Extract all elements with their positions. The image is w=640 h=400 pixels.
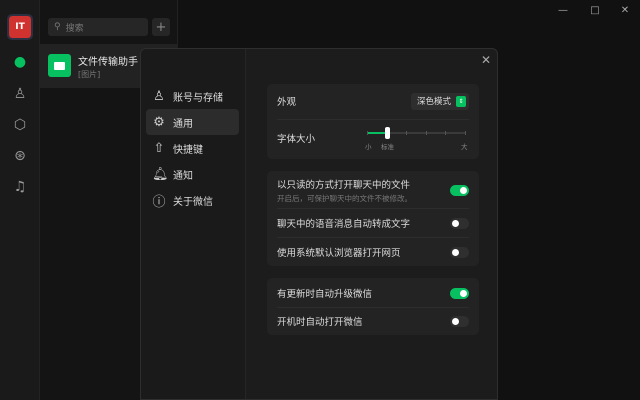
left-nav: IT ● ♙ ⬡ ⊛ ♫ [0, 0, 40, 400]
slider-tick [465, 131, 466, 135]
settings-dialog: ♙ 账号与存储 ⚙ 通用 ⇧ 快捷键 🔔︎ 通知 ⓘ 关于微信 ✕ 外观 深色模式 ⇕ 字体… [140, 48, 498, 400]
auto-start-toggle[interactable] [450, 315, 469, 327]
chat-icon[interactable]: ● [10, 52, 30, 72]
slider-tick [367, 131, 368, 135]
auto-update-toggle[interactable] [450, 287, 469, 299]
slider-min-label: 小 [365, 143, 372, 151]
contacts-icon[interactable]: ♙ [10, 84, 30, 104]
menu-label: 通用 [173, 118, 193, 130]
info-icon: ⓘ [152, 194, 166, 210]
font-size-slider[interactable]: 小 标准 大 [365, 124, 468, 154]
maximize-button[interactable]: □ [585, 2, 605, 18]
dialog-close-button[interactable]: ✕ [479, 53, 493, 67]
startup-card: 有更新时自动升级微信 开机时自动打开微信 [267, 278, 479, 335]
font-size-label: 字体大小 [277, 134, 316, 145]
setting-row: 聊天中的语音消息自动转成文字 [277, 215, 469, 231]
user-icon: ♙ [153, 88, 165, 104]
menu-label: 账号与存储 [173, 92, 223, 104]
setting-row: 以只读的方式打开聊天中的文件 开启后，可保护聊天中的文件不被修改。 [277, 177, 469, 203]
moments-icon[interactable]: ⊛ [10, 146, 30, 166]
shortcut-icon: ⇧ [153, 140, 165, 156]
updown-icon: ⇕ [456, 95, 466, 107]
settings-menu: ♙ 账号与存储 ⚙ 通用 ⇧ 快捷键 🔔︎ 通知 ⓘ 关于微信 [141, 49, 246, 399]
setting-label: 聊天中的语音消息自动转成文字 [277, 219, 411, 230]
setting-row: 使用系统默认浏览器打开网页 [277, 244, 469, 260]
appearance-label: 外观 [277, 97, 297, 108]
voice-to-text-toggle[interactable] [450, 217, 469, 229]
menu-item-general[interactable]: ⚙ 通用 [146, 109, 239, 135]
setting-label: 以只读的方式打开聊天中的文件 [277, 179, 411, 191]
chat-name: 文件传输助手 [78, 57, 138, 68]
gear-icon: ⚙ [153, 114, 165, 130]
search-icon: ⚲ [54, 22, 61, 32]
slider-tick [406, 131, 408, 135]
appearance-value: 深色模式 [416, 97, 451, 107]
add-button[interactable]: + [152, 18, 170, 36]
menu-item-notifications[interactable]: 🔔︎ 通知 [146, 161, 239, 187]
readonly-toggle[interactable] [450, 184, 469, 196]
slider-tick [425, 131, 427, 135]
menu-label: 快捷键 [173, 144, 203, 156]
search-input[interactable]: ⚲ 搜索 [48, 18, 148, 36]
file-card: 以只读的方式打开聊天中的文件 开启后，可保护聊天中的文件不被修改。 聊天中的语音消… [267, 171, 479, 266]
setting-hint: 开启后，可保护聊天中的文件不被修改。 [277, 193, 412, 203]
setting-row: 开机时自动打开微信 [277, 313, 469, 329]
slider-fill [367, 132, 387, 134]
slider-tick [445, 131, 447, 135]
slider-max-label: 大 [461, 143, 468, 151]
appearance-select[interactable]: 深色模式 ⇕ [410, 92, 469, 110]
menu-item-shortcuts[interactable]: ⇧ 快捷键 [146, 135, 239, 161]
display-card: 外观 深色模式 ⇕ 字体大小 小 标准 大 [267, 84, 479, 159]
slider-std-label: 标准 [381, 143, 394, 151]
menu-item-about[interactable]: ⓘ 关于微信 [146, 187, 239, 213]
setting-label: 使用系统默认浏览器打开网页 [277, 248, 401, 259]
system-browser-toggle[interactable] [450, 246, 469, 258]
box-icon[interactable]: ⬡ [10, 115, 30, 135]
bell-icon: 🔔︎ [152, 166, 169, 182]
folder-icon [48, 54, 71, 77]
music-icon[interactable]: ♫ [10, 177, 30, 197]
close-button[interactable]: ✕ [615, 2, 635, 18]
avatar[interactable]: IT [7, 14, 33, 40]
minimize-button[interactable]: — [553, 2, 573, 18]
setting-row: 有更新时自动升级微信 [277, 285, 469, 301]
setting-label: 开机时自动打开微信 [277, 317, 363, 328]
chat-preview: [图片] [78, 70, 101, 79]
menu-label: 通知 [173, 170, 193, 182]
setting-label: 有更新时自动升级微信 [277, 289, 373, 300]
menu-label: 关于微信 [173, 196, 213, 208]
slider-thumb[interactable] [384, 127, 390, 139]
menu-item-account[interactable]: ♙ 账号与存储 [146, 83, 239, 109]
search-placeholder: 搜索 [65, 23, 84, 34]
